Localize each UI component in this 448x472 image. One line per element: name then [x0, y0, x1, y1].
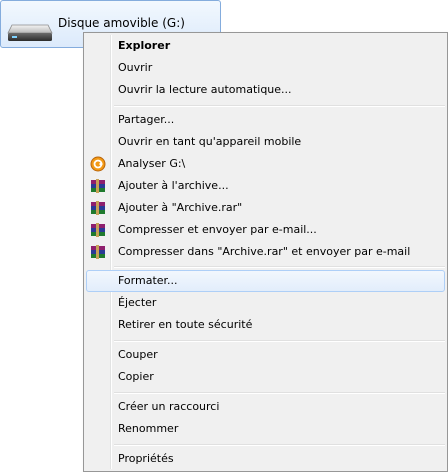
menu-item-share[interactable]: Partager... — [86, 109, 445, 131]
menu-item-label: Ouvrir la lecture automatique... — [118, 83, 292, 96]
menu-item-label: Retirer en toute sécurité — [118, 318, 253, 331]
antivirus-scan-icon — [90, 156, 106, 172]
usb-drive-icon — [7, 24, 53, 41]
menu-separator — [114, 444, 445, 446]
menu-item-open-as-mobile-device[interactable]: Ouvrir en tant qu'appareil mobile — [86, 131, 445, 153]
menu-item-label: Explorer — [118, 39, 171, 52]
menu-separator — [114, 105, 445, 107]
menu-item-label: Analyser G:\ — [118, 157, 186, 170]
drive-label: Disque amovible (G:) — [58, 16, 185, 30]
winrar-books-icon — [91, 245, 105, 259]
menu-item-label: Propriétés — [118, 452, 174, 465]
menu-separator — [114, 392, 445, 394]
winrar-books-icon — [91, 223, 105, 237]
menu-item-add-to-archive[interactable]: Ajouter à l'archive... — [86, 175, 445, 197]
menu-item-label: Partager... — [118, 113, 175, 126]
menu-item-scan-drive[interactable]: Analyser G:\ — [86, 153, 445, 175]
menu-item-eject[interactable]: Éjecter — [86, 292, 445, 314]
menu-item-label: Ouvrir — [118, 61, 153, 74]
menu-item-copy[interactable]: Copier — [86, 366, 445, 388]
menu-item-label: Compresser et envoyer par e-mail... — [118, 223, 317, 236]
menu-item-rename[interactable]: Renommer — [86, 418, 445, 440]
menu-item-cut[interactable]: Couper — [86, 344, 445, 366]
winrar-books-icon — [91, 201, 105, 215]
menu-item-create-shortcut[interactable]: Créer un raccourci — [86, 396, 445, 418]
menu-item-label: Formater... — [118, 274, 178, 287]
menu-item-compress-and-email[interactable]: Compresser et envoyer par e-mail... — [86, 219, 445, 241]
menu-item-properties[interactable]: Propriétés — [86, 448, 445, 470]
menu-item-label: Créer un raccourci — [118, 400, 220, 413]
menu-item-open[interactable]: Ouvrir — [86, 57, 445, 79]
menu-separator — [114, 340, 445, 342]
winrar-books-icon — [91, 179, 105, 193]
context-menu: Explorer Ouvrir Ouvrir la lecture automa… — [83, 32, 448, 472]
menu-item-label: Éjecter — [118, 296, 157, 309]
menu-item-label: Compresser dans "Archive.rar" et envoyer… — [118, 245, 411, 258]
menu-item-add-to-archive-rar[interactable]: Ajouter à "Archive.rar" — [86, 197, 445, 219]
menu-item-compress-rar-and-email[interactable]: Compresser dans "Archive.rar" et envoyer… — [86, 241, 445, 263]
menu-item-autoplay[interactable]: Ouvrir la lecture automatique... — [86, 79, 445, 101]
menu-item-label: Ajouter à l'archive... — [118, 179, 229, 192]
menu-item-format[interactable]: Formater... — [86, 270, 445, 292]
menu-item-label: Copier — [118, 370, 154, 383]
menu-item-label: Couper — [118, 348, 158, 361]
menu-item-label: Renommer — [118, 422, 179, 435]
menu-item-explorer[interactable]: Explorer — [86, 35, 445, 57]
menu-item-label: Ajouter à "Archive.rar" — [118, 201, 243, 214]
menu-item-safely-remove[interactable]: Retirer en toute sécurité — [86, 314, 445, 336]
menu-item-label: Ouvrir en tant qu'appareil mobile — [118, 135, 302, 148]
menu-separator — [114, 266, 445, 268]
